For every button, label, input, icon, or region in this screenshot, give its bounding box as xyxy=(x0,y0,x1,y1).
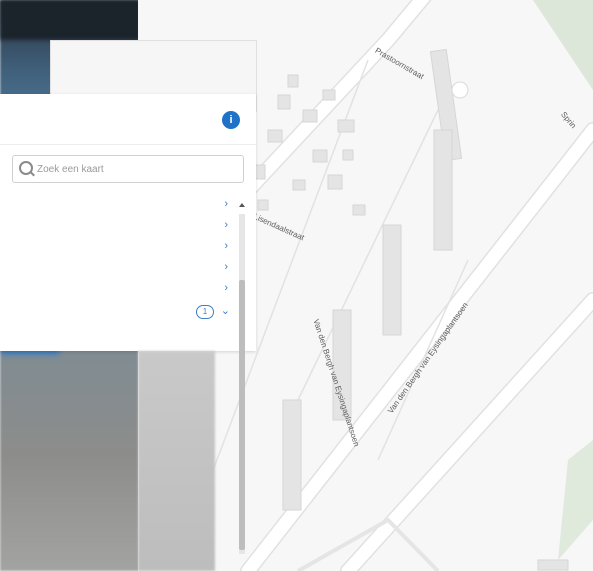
list-item[interactable]: › xyxy=(140,236,236,256)
chevron-right-icon: › xyxy=(224,240,228,252)
scroll-up-icon[interactable] xyxy=(239,203,245,207)
chevron-right-icon: › xyxy=(224,282,228,294)
chevron-right-icon: › xyxy=(224,261,228,273)
map-catalog-panel: i › › › › › 1 ⌄ xyxy=(0,94,256,351)
map-search[interactable] xyxy=(12,155,244,183)
selected-count-badge: 1 xyxy=(196,305,214,319)
search-input[interactable] xyxy=(35,159,239,179)
chevron-down-icon: ⌄ xyxy=(220,305,230,317)
map-category-list: › › › › › 1 ⌄ xyxy=(140,194,236,351)
blurred-list-continuation xyxy=(138,351,215,571)
list-item[interactable]: › xyxy=(140,215,236,235)
info-button[interactable]: i xyxy=(222,111,240,129)
panel-header: i xyxy=(0,94,256,145)
list-item[interactable]: › xyxy=(140,278,236,298)
search-icon xyxy=(19,161,33,175)
list-item[interactable]: › xyxy=(140,257,236,277)
blurred-header xyxy=(0,0,140,40)
info-icon: i xyxy=(229,114,233,126)
panel-scrollbar[interactable] xyxy=(236,200,248,571)
chevron-right-icon: › xyxy=(224,219,228,231)
scroll-thumb[interactable] xyxy=(239,280,245,550)
list-item-expanded[interactable]: 1 ⌄ xyxy=(140,302,236,322)
list-item[interactable]: › xyxy=(140,194,236,214)
chevron-right-icon: › xyxy=(224,198,228,210)
